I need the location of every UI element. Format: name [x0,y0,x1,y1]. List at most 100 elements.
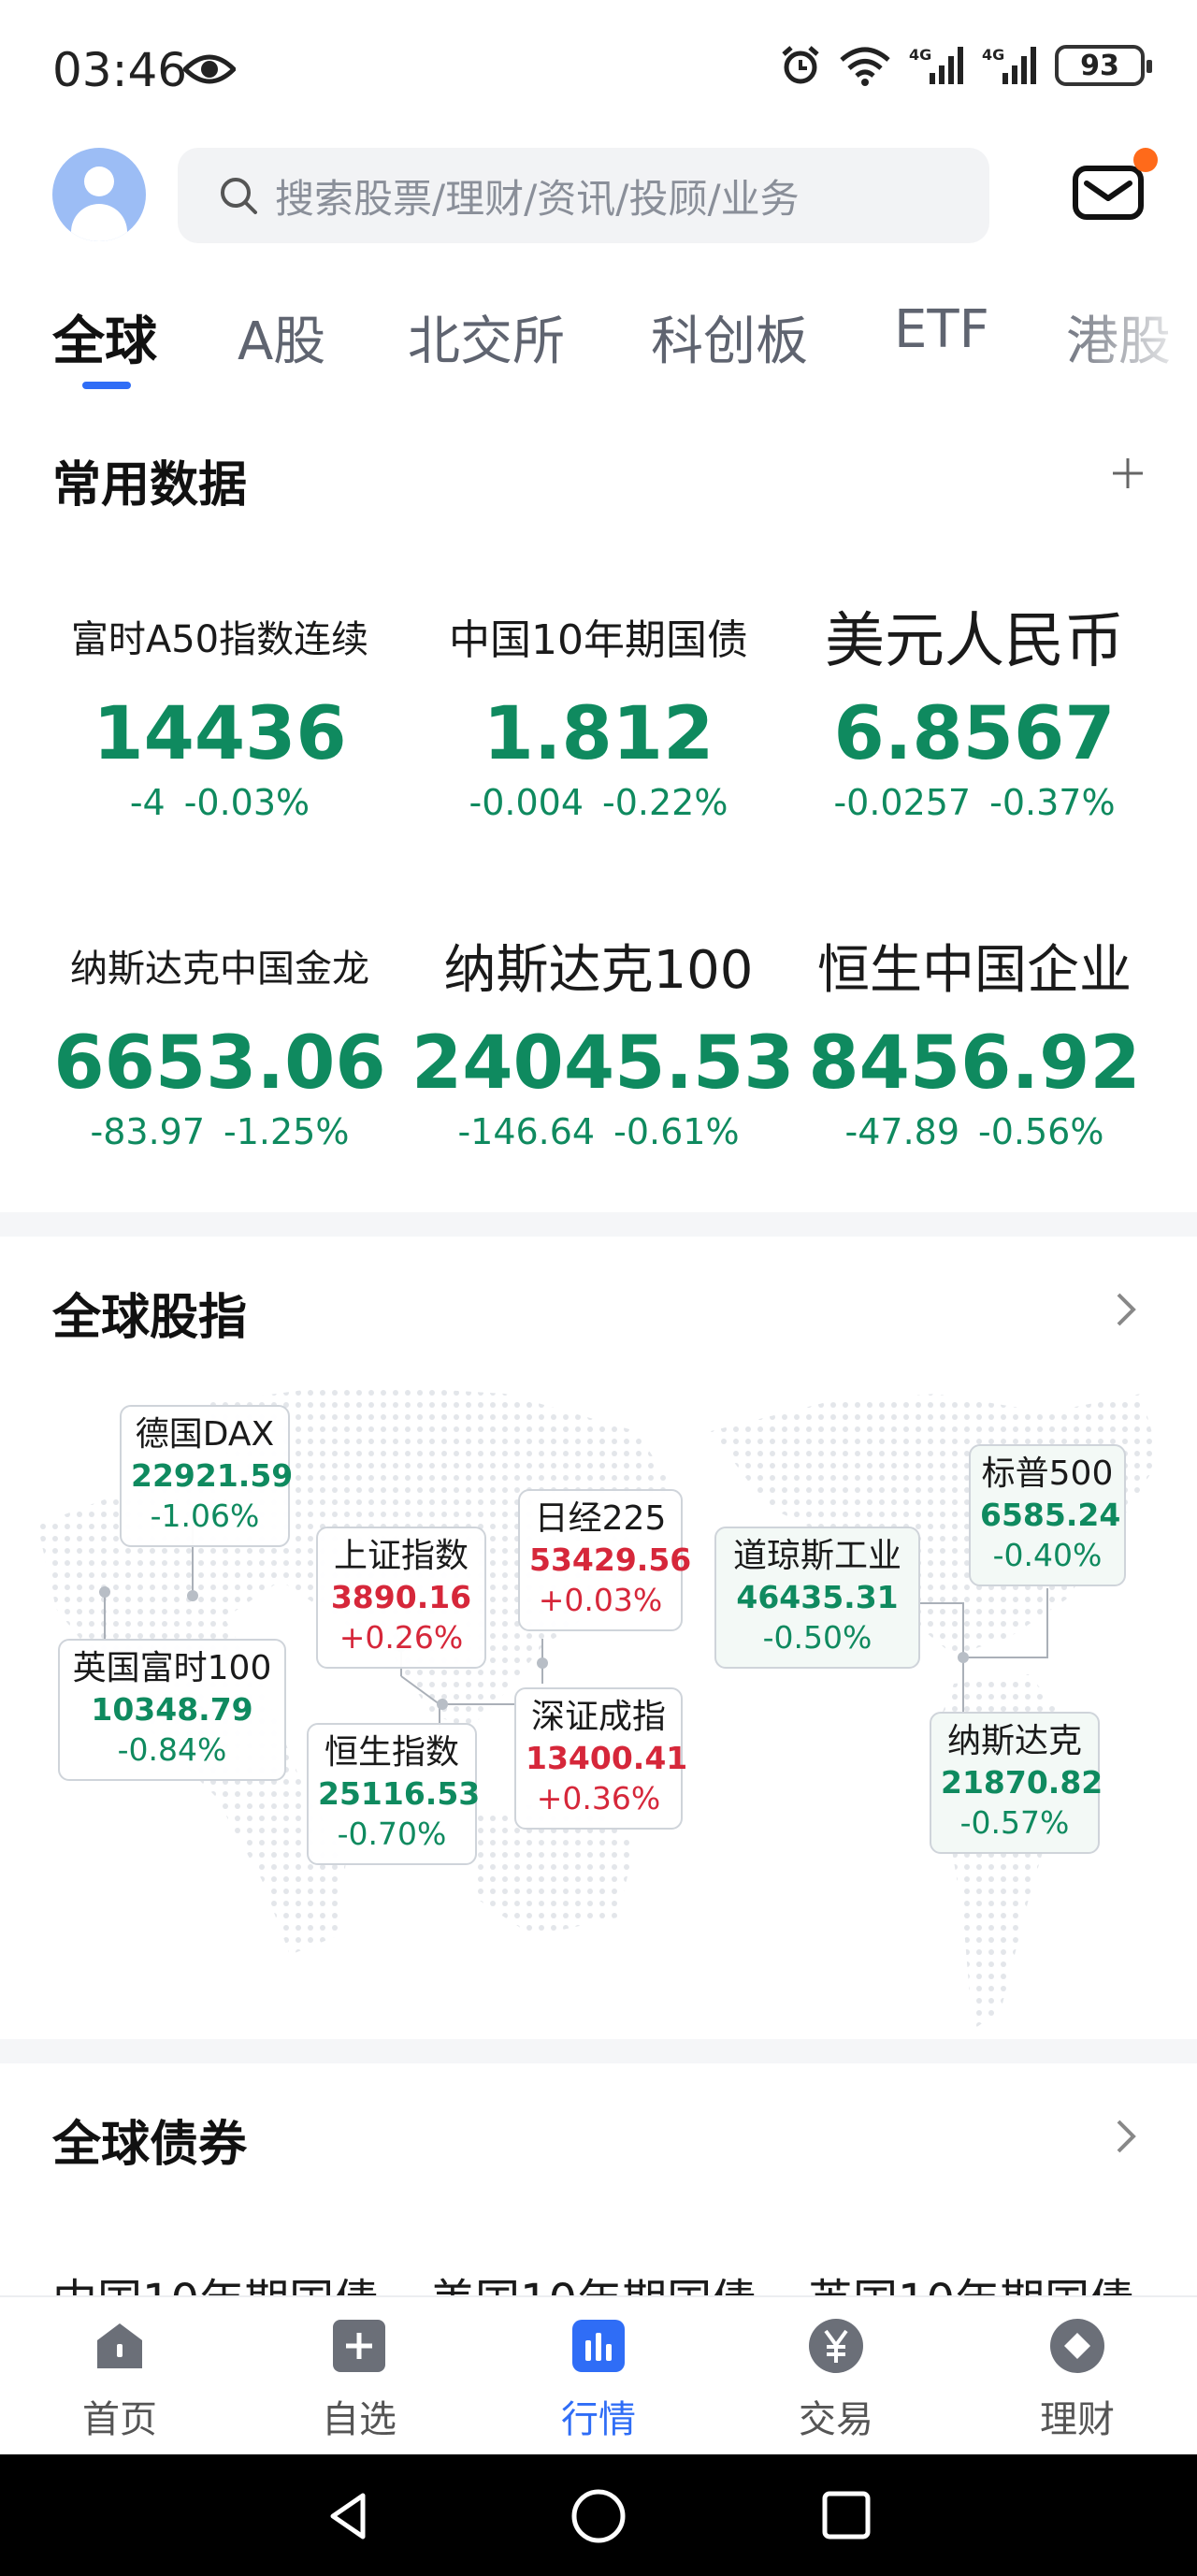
index-pct: -0.50% [762,1619,873,1656]
index-box[interactable]: 德国DAX 22921.59 -1.06% [120,1405,294,1547]
index-box[interactable]: 深证成指 13400.41 +0.36% [514,1687,688,1830]
nav-home[interactable]: 首页 [45,2316,195,2443]
card-name: 纳斯达克100 [443,939,754,1001]
user-avatar-icon[interactable] [52,148,146,241]
index-box[interactable]: 上证指数 3890.16 +0.26% [316,1527,486,1669]
card-name: 恒生中国企业 [817,939,1132,1001]
back-icon[interactable] [322,2488,378,2544]
alarm-icon [782,46,819,84]
card-name: 富时A50指数连续 [70,618,369,661]
diamond-icon [1050,2319,1104,2373]
status-time: 03:46 [52,43,188,97]
bond-row: 中国10年期国债 美国10年期国债 英国10年期国债 [0,2254,1197,2295]
card-name: 中国10年期国债 [449,616,748,664]
tab-bse[interactable]: 北交所 [408,299,565,375]
nav-label: 自选 [322,2398,397,2441]
svg-text:4G: 4G [909,46,931,64]
section-title-bonds[interactable]: 全球债券 [52,2105,247,2175]
card-name: 纳斯达克中国金龙 [70,948,369,991]
data-card[interactable]: 纳斯达克100 24045.53 -146.64 -0.61% [411,928,795,1153]
nav-wealth[interactable]: 理财 [1002,2316,1152,2443]
index-name: 道琼斯工业 [732,1537,901,1575]
recents-icon[interactable] [817,2488,873,2544]
add-square-icon [333,2320,385,2372]
nav-label: 理财 [1040,2398,1115,2441]
system-nav-bar [0,2454,1197,2576]
index-pct: -0.40% [992,1537,1103,1573]
search-placeholder: 搜索股票/理财/资讯/投顾/业务 [275,175,800,222]
data-card[interactable]: 美元人民币 6.8567 -0.0257 -0.37% [787,599,1161,823]
card-change: -146.64 -0.61% [457,1111,740,1152]
search-icon [221,178,257,214]
home-circle-icon[interactable] [569,2488,628,2548]
index-value: 22921.59 [131,1457,294,1494]
index-name: 纳斯达克 [946,1722,1082,1760]
nav-label: 行情 [561,2398,636,2441]
nav-label: 交易 [799,2398,873,2441]
add-icon[interactable] [1109,455,1147,492]
index-box[interactable]: 道琼斯工业 46435.31 -0.50% [714,1527,920,1669]
card-value: 8456.92 [808,1021,1141,1106]
data-card[interactable]: 中国10年期国债 1.812 -0.004 -0.22% [411,599,786,823]
index-box[interactable]: 纳斯达克 21870.82 -0.57% [930,1712,1103,1854]
index-box[interactable]: 标普500 6585.24 -0.40% [969,1444,1126,1586]
nav-market[interactable]: 行情 [524,2316,673,2443]
index-value: 21870.82 [941,1764,1103,1801]
status-bar: 03:46 4G 4G 93 [0,0,1197,140]
tab-global[interactable]: 全球 [52,299,157,375]
bond-name[interactable]: 英国10年期国债 [808,2264,1134,2295]
card-change: -0.0257 -0.37% [833,782,1116,823]
mail-icon[interactable] [1072,165,1145,221]
nav-watchlist[interactable]: 自选 [284,2316,434,2443]
index-name: 深证成指 [530,1698,666,1736]
tab-star-market[interactable]: 科创板 [651,299,808,375]
index-name: 德国DAX [135,1415,275,1454]
world-map: 德国DAX 22921.59 -1.06% 英国富时100 10348.79 -… [37,1375,1160,2048]
chevron-right-icon[interactable] [1113,1289,1139,1330]
index-value: 13400.41 [526,1740,688,1776]
battery-icon: 93 [1055,45,1152,86]
index-box[interactable]: 英国富时100 10348.79 -0.84% [58,1639,286,1781]
card-value: 14436 [93,692,347,776]
index-name: 恒生指数 [324,1733,459,1772]
index-box[interactable]: 恒生指数 25116.53 -0.70% [307,1723,480,1865]
data-card[interactable]: 恒生中国企业 8456.92 -47.89 -0.56% [787,928,1161,1153]
battery-level: 93 [1080,49,1119,82]
section-divider [0,2039,1197,2063]
home-icon [97,2323,142,2368]
signal-4g-icon: 4G [982,46,1036,84]
index-name: 日经225 [534,1499,667,1538]
chevron-right-icon[interactable] [1113,2116,1139,2157]
section-title-indices[interactable]: 全球股指 [52,1278,247,1348]
bond-name[interactable]: 中国10年期国债 [52,2264,379,2295]
status-icons: 4G 4G 93 [780,45,1152,86]
card-value: 1.812 [483,692,714,776]
index-value: 3890.16 [330,1579,472,1615]
card-name: 美元人民币 [825,607,1124,676]
card-change: -47.89 -0.56% [844,1111,1104,1152]
index-value: 10348.79 [91,1691,253,1728]
card-value: 6653.06 [53,1021,386,1106]
bottom-nav: 首页 自选 行情 交易 理财 [0,2295,1197,2454]
yen-icon [809,2319,863,2373]
index-box[interactable]: 日经225 53429.56 +0.03% [518,1489,691,1631]
index-pct: -0.70% [337,1816,447,1852]
card-change: -4 -0.03% [129,782,310,823]
nav-trade[interactable]: 交易 [761,2316,911,2443]
bond-name[interactable]: 美国10年期国债 [430,2264,757,2295]
section-title-common: 常用数据 [52,457,248,514]
index-name: 上证指数 [333,1537,469,1575]
search-input[interactable]: 搜索股票/理财/资讯/投顾/业务 [178,148,989,243]
eye-icon [183,54,236,84]
index-pct: +0.03% [538,1582,663,1618]
tab-etf[interactable]: ETF [894,299,989,360]
tabs-fade [1047,299,1197,393]
card-value: 6.8567 [833,692,1116,776]
signal-4g-icon: 4G [909,46,963,84]
data-card[interactable]: 富时A50指数连续 14436 -4 -0.03% [33,599,407,823]
index-pct: +0.26% [339,1619,464,1656]
data-card[interactable]: 纳斯达克中国金龙 6653.06 -83.97 -1.25% [33,928,407,1152]
tab-a-shares[interactable]: A股 [238,299,325,375]
card-change: -0.004 -0.22% [469,782,728,823]
bar-chart-icon [572,2320,625,2372]
